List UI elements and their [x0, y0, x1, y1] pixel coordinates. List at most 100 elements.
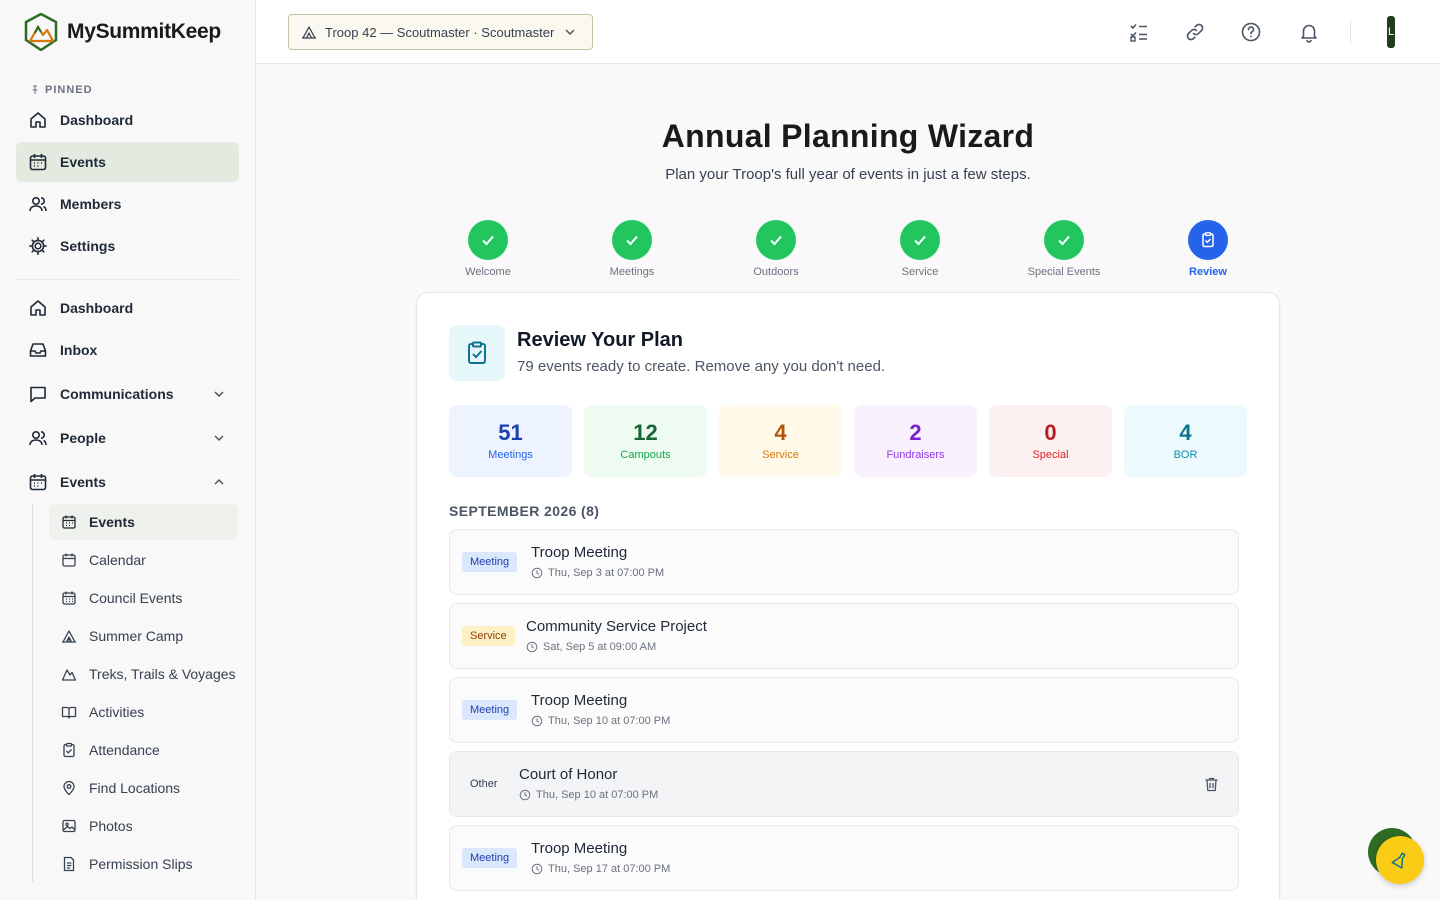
stat-value: 0: [1044, 420, 1057, 445]
stat-label: Campouts: [620, 449, 671, 461]
tent-icon: [302, 26, 316, 39]
sidebar-item-inbox[interactable]: Inbox: [16, 330, 239, 370]
check-icon: [914, 235, 926, 246]
stat-label: Special: [1032, 449, 1069, 461]
step-special-events[interactable]: Special Events: [1004, 220, 1124, 278]
step-meetings[interactable]: Meetings: [572, 220, 692, 278]
tent-icon: [62, 630, 76, 643]
stat-label: Fundraisers: [886, 449, 945, 461]
subnav-item-summer-camp[interactable]: Summer Camp: [49, 618, 238, 654]
clock-icon: [531, 863, 543, 875]
event-datetime-text: Sat, Sep 5 at 09:00 AM: [543, 641, 657, 653]
event-datetime-text: Thu, Sep 17 at 07:00 PM: [548, 863, 671, 875]
step-label: Meetings: [609, 266, 655, 278]
mountain-icon: [61, 669, 77, 681]
sidebar: MySummitKeep PINNED Dashboard Events Mem…: [0, 0, 256, 900]
pinned-nav: Dashboard Events Members Settings: [0, 100, 255, 266]
event-type-badge: Other: [470, 778, 498, 790]
event-row[interactable]: Meeting Troop Meeting Thu, Sep 17 at 07:00…: [449, 825, 1239, 891]
check-icon: [626, 235, 638, 246]
event-type-badge: Service: [462, 626, 515, 646]
step-label: Outdoors: [753, 266, 799, 278]
step-label: Special Events: [1027, 266, 1101, 278]
main-content: Annual Planning Wizard Plan your Troop's…: [256, 64, 1440, 900]
document-icon: [63, 856, 75, 872]
book-icon: [61, 706, 77, 719]
event-row[interactable]: Other Court of Honor Thu, Sep 10 at 07:00 …: [449, 751, 1239, 817]
pin-icon: [32, 85, 38, 94]
calendar-icon: [29, 154, 47, 171]
subnav-item-calendar[interactable]: Calendar: [49, 542, 238, 578]
step-outdoors[interactable]: Outdoors: [716, 220, 836, 278]
subnav-item-attendance[interactable]: Attendance: [49, 732, 238, 768]
event-title: Court of Honor: [519, 766, 618, 783]
sidebar-item-communications[interactable]: Communications: [16, 374, 239, 414]
event-title: Troop Meeting: [531, 840, 628, 857]
chevron-down-icon[interactable]: [213, 388, 225, 400]
event-datetime: Sat, Sep 5 at 09:00 AM: [526, 641, 656, 653]
subnav-item-find-locations[interactable]: Find Locations: [49, 770, 238, 806]
event-type-badge: Meeting: [462, 552, 518, 572]
clipboard-check-icon: [468, 341, 486, 364]
link-icon[interactable]: [1184, 21, 1206, 43]
stat-service: 4 Service: [719, 405, 842, 477]
check-icon: [482, 235, 494, 246]
users-icon: [29, 430, 47, 446]
event-datetime: Thu, Sep 10 at 07:00 PM: [519, 789, 658, 801]
chevron-up-icon[interactable]: [213, 476, 225, 488]
stat-campouts: 12 Campouts: [584, 405, 707, 477]
event-row[interactable]: Service Community Service Project Sat, Sep…: [449, 603, 1239, 669]
stat-value: 51: [498, 420, 523, 445]
trash-icon[interactable]: [1203, 776, 1220, 793]
calendar-icon: [29, 474, 47, 491]
step-complete-indicator: [468, 220, 508, 260]
subnav-item-treks[interactable]: Treks, Trails & Voyages: [49, 656, 238, 692]
subnav-item-events[interactable]: Events: [49, 504, 238, 540]
stat-meetings: 51 Meetings: [449, 405, 572, 477]
pinned-item-events[interactable]: Events: [16, 142, 239, 182]
help-icon[interactable]: [1240, 21, 1262, 43]
step-welcome[interactable]: Welcome: [428, 220, 548, 278]
event-row[interactable]: Meeting Troop Meeting Thu, Sep 3 at 07:00 …: [449, 529, 1239, 595]
subnav-item-council-events[interactable]: Council Events: [49, 580, 238, 616]
inbox-icon: [29, 343, 47, 357]
page-subtitle: Plan your Troop's full year of events in…: [665, 166, 1031, 183]
step-complete-indicator: [756, 220, 796, 260]
bell-icon[interactable]: [1298, 21, 1320, 43]
gear-icon: [29, 237, 47, 255]
message-icon: [30, 386, 46, 403]
dev-tools-button[interactable]: [1376, 836, 1424, 884]
clipboard-check-icon: [1202, 232, 1214, 248]
sidebar-item-people[interactable]: People: [16, 418, 239, 458]
clipboard-check-icon: [63, 742, 75, 758]
topbar: Troop 42 — Scoutmaster · Scoutmaster L: [256, 0, 1440, 64]
event-type-badge: Meeting: [462, 848, 518, 868]
step-label: Service: [901, 266, 939, 278]
pinned-item-dashboard[interactable]: Dashboard: [16, 100, 239, 140]
step-complete-indicator: [612, 220, 652, 260]
brand-name: MySummitKeep: [67, 20, 221, 43]
stat-value: 4: [1179, 420, 1192, 445]
stat-label: Service: [762, 449, 799, 461]
step-complete-indicator: [900, 220, 940, 260]
review-card: Review Your Plan 79 events ready to crea…: [416, 292, 1280, 900]
subnav-item-activities[interactable]: Activities: [49, 694, 238, 730]
avatar[interactable]: L: [1387, 16, 1395, 48]
checklist-icon[interactable]: [1128, 21, 1150, 43]
image-icon: [62, 819, 76, 833]
page-title: Annual Planning Wizard: [661, 118, 1035, 154]
subnav-item-photos[interactable]: Photos: [49, 808, 238, 844]
chevron-down-icon[interactable]: [213, 432, 225, 444]
sidebar-item-dashboard[interactable]: Dashboard: [16, 288, 239, 328]
step-review[interactable]: Review: [1148, 220, 1268, 278]
pinned-item-settings[interactable]: Settings: [16, 226, 239, 266]
pinned-item-members[interactable]: Members: [16, 184, 239, 224]
stat-special: 0 Special: [989, 405, 1112, 477]
event-row[interactable]: Meeting Troop Meeting Thu, Sep 10 at 07:00…: [449, 677, 1239, 743]
subnav-item-permission-slips[interactable]: Permission Slips: [49, 846, 238, 882]
sidebar-item-events[interactable]: Events: [16, 462, 239, 502]
step-service[interactable]: Service: [860, 220, 980, 278]
calendar-icon: [62, 515, 76, 529]
brand[interactable]: MySummitKeep: [0, 0, 255, 64]
troop-selector[interactable]: Troop 42 — Scoutmaster · Scoutmaster: [288, 14, 593, 50]
